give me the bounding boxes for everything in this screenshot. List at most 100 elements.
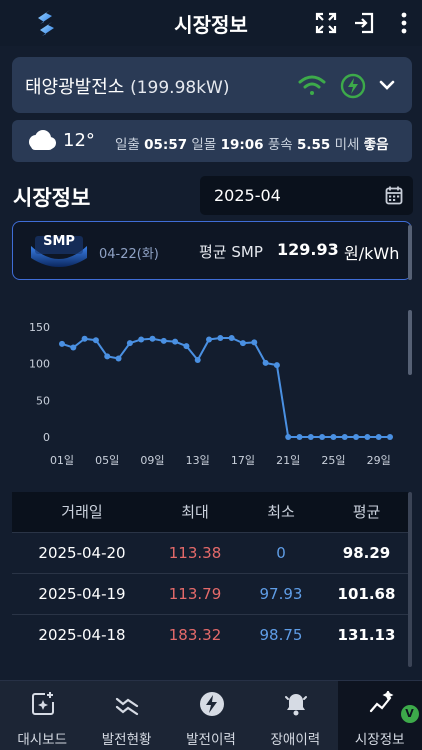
smp-unit: 원/kWh [344, 244, 400, 263]
wind-speed: 5.55 [296, 137, 331, 153]
x-tick-label: 17일 [231, 453, 255, 467]
cloud-icon [29, 130, 56, 150]
data-point [239, 340, 246, 347]
bottom-nav: 대시보드 발전현황 발전이력 장애이력 V 시장정보 [0, 680, 422, 750]
table-header: 거래일 최대 최소 평균 [12, 492, 409, 532]
nav-label: 발전현황 [101, 732, 152, 748]
data-point [330, 434, 337, 440]
y-tick-label: 0 [43, 431, 50, 444]
smp-table: 거래일 최대 최소 평균 2025-04-20 113.38 0 98.29 2… [12, 492, 409, 655]
data-point [194, 357, 201, 363]
version-badge: V [400, 705, 419, 723]
month-picker[interactable]: 2025-04 [200, 176, 413, 215]
nav-generation-status[interactable]: 발전현황 [84, 681, 168, 750]
nav-label: 시장정보 [354, 732, 405, 748]
data-point [364, 434, 371, 440]
data-point [138, 336, 145, 343]
data-point [172, 338, 179, 345]
calendar-icon[interactable] [385, 185, 403, 205]
scrollbar[interactable] [408, 225, 412, 280]
x-tick-label: 25일 [321, 453, 345, 467]
smp-average-value: 129.93 [277, 240, 339, 259]
data-point [273, 362, 280, 369]
chart-scrollbar[interactable] [408, 310, 412, 375]
data-point [104, 353, 111, 360]
smp-date: 04-22(화) [99, 247, 159, 262]
smp-chart: 0 50 100 150 01일 05일 09일 13일 17일 21일 25일 29일 [0, 300, 410, 480]
nav-label: 대시보드 [17, 732, 68, 748]
data-point [206, 336, 213, 343]
cell-date: 2025-04-19 [38, 585, 126, 603]
plant-name-label: 태양광발전소 [25, 77, 125, 98]
data-point [375, 434, 382, 440]
market-trend-icon [369, 691, 394, 713]
data-point [70, 344, 77, 351]
data-point [296, 434, 303, 440]
data-point [262, 359, 269, 366]
plant-selector[interactable]: 태양광발전소 (199.98kW) [12, 57, 412, 113]
x-tick-label: 05일 [95, 453, 119, 467]
table-row: 2025-04-20 113.38 0 98.29 [12, 532, 409, 573]
nav-label: 장애이력 [270, 732, 321, 748]
cell-avg: 98.29 [342, 544, 391, 562]
plant-capacity: (199.98kW) [130, 78, 230, 98]
cell-date: 2025-04-20 [38, 544, 126, 562]
y-tick-label: 150 [29, 321, 50, 334]
header-max: 최대 [181, 503, 209, 521]
dust-level: 좋음 [363, 137, 389, 153]
smp-average-label: 평균 SMP [199, 243, 263, 261]
cell-max: 113.79 [168, 585, 222, 603]
series-line [61, 337, 390, 438]
cell-min: 98.75 [259, 626, 303, 644]
smp-line-chart: 0 50 100 150 01일 05일 09일 13일 17일 21일 25일 29일 [29, 321, 393, 467]
cell-min: 0 [276, 544, 286, 562]
data-point [149, 335, 156, 342]
data-point [115, 355, 122, 362]
section-title: 시장정보 [13, 186, 91, 210]
smp-card: SMP 04-22(화) 평균 SMP 129.93 원/kWh [12, 221, 412, 280]
wind-label: 풍속 [267, 137, 293, 153]
nav-label: 발전이력 [186, 732, 236, 748]
data-point [59, 340, 65, 347]
data-point [126, 340, 133, 347]
smp-badge-label: SMP [43, 234, 75, 249]
power-status-icon [340, 73, 366, 99]
nav-generation-history[interactable]: 발전이력 [169, 681, 253, 750]
sunset-label: 일몰 [191, 137, 217, 153]
table-scrollbar[interactable] [408, 492, 412, 667]
cell-min: 97.93 [259, 585, 303, 603]
cell-avg: 101.68 [337, 585, 396, 603]
more-vertical-icon[interactable] [392, 11, 416, 35]
top-bar: 시장정보 [0, 0, 422, 46]
header-min: 최소 [267, 503, 295, 521]
x-tick-label: 29일 [367, 453, 391, 467]
sunrise-time: 05:57 [144, 137, 188, 153]
y-tick-label: 100 [29, 358, 50, 371]
bell-icon [285, 694, 308, 716]
table-row: 2025-04-19 113.79 97.93 101.68 [12, 573, 409, 614]
data-point [183, 343, 190, 350]
data-point [387, 434, 393, 440]
x-tick-label: 01일 [50, 453, 74, 467]
trend-icon [116, 697, 139, 716]
chevron-down-icon[interactable] [378, 78, 396, 92]
cell-avg: 131.13 [337, 626, 396, 644]
x-tick-label: 21일 [276, 453, 300, 467]
data-point [81, 335, 88, 342]
header-date: 거래일 [61, 503, 103, 521]
data-point [92, 337, 99, 344]
x-tick-label: 09일 [140, 453, 164, 467]
data-point [353, 434, 360, 440]
nav-fault-history[interactable]: 장애이력 [253, 681, 337, 750]
fullscreen-icon[interactable] [314, 11, 338, 35]
y-tick-label: 50 [36, 394, 50, 407]
weather-info: 일출 05:57 일몰 19:06 풍속 5.55 미세 좋음 [115, 133, 389, 153]
data-point [307, 434, 314, 440]
sunrise-label: 일출 [115, 137, 140, 153]
data-point [251, 339, 258, 346]
logout-icon[interactable] [352, 11, 376, 35]
data-point [285, 434, 292, 440]
nav-market-info[interactable]: V 시장정보 [337, 681, 422, 750]
nav-dashboard[interactable]: 대시보드 [0, 681, 84, 750]
x-tick-label: 13일 [186, 453, 210, 467]
